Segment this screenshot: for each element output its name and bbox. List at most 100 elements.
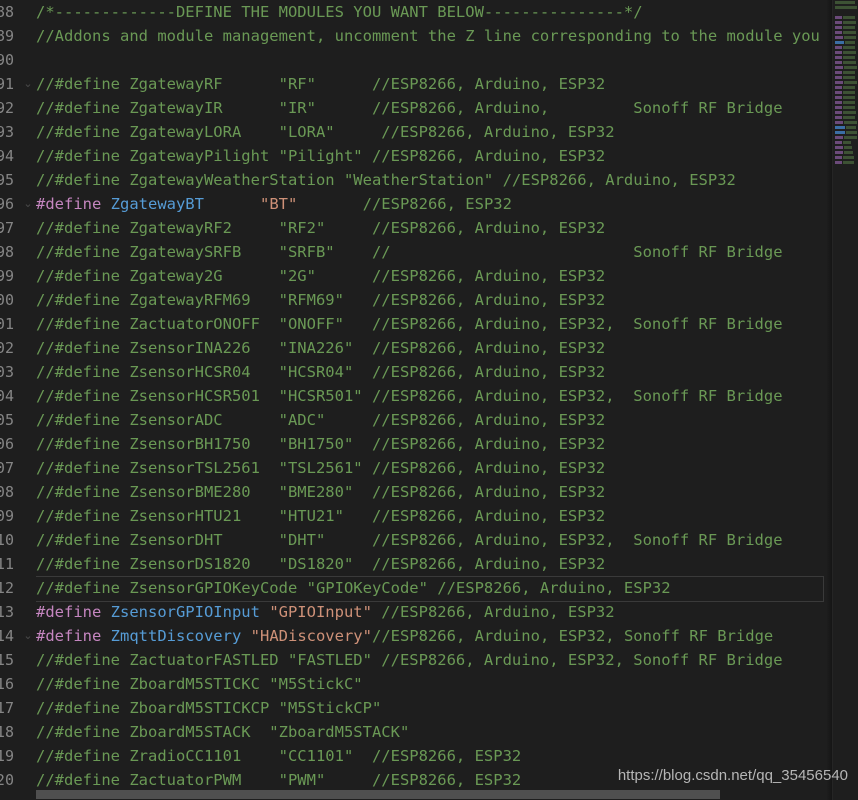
chevron-down-icon[interactable]: ⌄ — [21, 624, 35, 648]
token-cmt: //#define ZgatewayWeatherStation "Weathe… — [36, 171, 736, 189]
minimap-segment — [843, 116, 855, 119]
minimap-segment — [835, 161, 842, 164]
code-line[interactable]: //#define ZgatewayRFM69 "RFM69" //ESP826… — [36, 288, 826, 312]
code-line[interactable]: //#define ZsensorBH1750 "BH1750" //ESP82… — [36, 432, 826, 456]
gutter-row: 93⌄ — [0, 120, 36, 144]
code-line[interactable]: //#define ZsensorBME280 "BME280" //ESP82… — [36, 480, 826, 504]
token-cmt: //#define ZsensorHTU21 "HTU21" //ESP8266… — [36, 507, 606, 525]
code-line[interactable]: //Addons and module management, uncommen… — [36, 24, 826, 48]
horizontal-scrollbar-thumb[interactable] — [36, 790, 720, 799]
chevron-down-icon[interactable]: ⌄ — [21, 72, 35, 96]
gutter-row: 110⌄ — [0, 528, 36, 552]
line-number: 94 — [0, 147, 14, 165]
gutter-row: 91 ⌄ — [0, 72, 36, 96]
code-line[interactable]: //#define ZsensorDHT "DHT" //ESP8266, Ar… — [36, 528, 826, 552]
minimap-segment — [835, 46, 842, 49]
minimap-segment — [835, 6, 857, 9]
code-line[interactable] — [36, 48, 826, 72]
minimap-segment — [843, 86, 855, 89]
code-line[interactable]: //#define ZradioCC1101 "CC1101" //ESP826… — [36, 744, 826, 768]
gutter-row: 117⌄ — [0, 696, 36, 720]
code-line[interactable]: //#define ZsensorTSL2561 "TSL2561" //ESP… — [36, 456, 826, 480]
token-cmt: //#define ZgatewayRFM69 "RFM69" //ESP826… — [36, 291, 606, 309]
code-line[interactable]: //#define Zgateway2G "2G" //ESP8266, Ard… — [36, 264, 826, 288]
token-cmt: //#define ZgatewayIR "IR" //ESP8266, Ard… — [36, 99, 783, 117]
horizontal-scrollbar[interactable] — [0, 788, 858, 800]
code-line[interactable]: #define ZsensorGPIOInput "GPIOInput" //E… — [36, 600, 826, 624]
token-cmt: //#define ZgatewayRF2 "RF2" //ESP8266, A… — [36, 219, 606, 237]
code-line[interactable]: #define ZmqttDiscovery "HADiscovery"//ES… — [36, 624, 826, 648]
code-line[interactable]: //#define ZboardM5STICKCP "M5StickCP" — [36, 696, 826, 720]
code-line[interactable]: //#define ZsensorHTU21 "HTU21" //ESP8266… — [36, 504, 826, 528]
minimap-segment — [835, 56, 842, 59]
minimap-segment — [843, 26, 855, 29]
minimap-segment — [835, 76, 842, 79]
minimap-segment — [835, 81, 843, 84]
code-editor: 88⌄89⌄90⌄91⌄92⌄93⌄94⌄95⌄96⌄97⌄98⌄99⌄100⌄… — [0, 0, 858, 800]
line-number: 110 — [0, 531, 14, 549]
token-id: ZmqttDiscovery — [110, 627, 242, 645]
line-number: 105 — [0, 411, 14, 429]
token-cmt: //#define ZsensorINA226 "INA226" //ESP82… — [36, 339, 606, 357]
minimap[interactable] — [832, 0, 858, 800]
code-line[interactable]: //#define ZboardM5STICKC "M5StickC" — [36, 672, 826, 696]
code-line[interactable]: //#define ZactuatorONOFF "ONOFF" //ESP82… — [36, 312, 826, 336]
line-number: 107 — [0, 459, 14, 477]
code-line[interactable]: //#define ZgatewayPilight "Pilight" //ES… — [36, 144, 826, 168]
line-number: 98 — [0, 243, 14, 261]
minimap-segment — [835, 16, 842, 19]
token-cmt: //#define ZsensorADC "ADC" //ESP8266, Ar… — [36, 411, 606, 429]
token-cmt: //ESP8266, Arduino, ESP32, Sonoff RF Bri… — [371, 627, 774, 645]
code-line[interactable]: /*-------------DEFINE THE MODULES YOU WA… — [36, 0, 826, 24]
minimap-segment — [843, 141, 851, 144]
minimap-segment — [835, 121, 843, 124]
gutter-row: 113⌄ — [0, 600, 36, 624]
gutter-row: 116⌄ — [0, 672, 36, 696]
code-line[interactable]: //#define ZgatewaySRFB "SRFB" // Sonoff … — [36, 240, 826, 264]
line-number: 89 — [0, 27, 14, 45]
gutter-row: 104⌄ — [0, 384, 36, 408]
token-cmt: //#define ZsensorDS1820 "DS1820" //ESP82… — [36, 555, 606, 573]
code-line[interactable]: //#define ZgatewayLORA "LORA" //ESP8266,… — [36, 120, 826, 144]
line-number: 114 — [0, 627, 14, 645]
minimap-segment — [846, 126, 856, 129]
code-line[interactable]: //#define ZgatewayRF2 "RF2" //ESP8266, A… — [36, 216, 826, 240]
token-cmt: //#define ZactuatorPWM "PWM" //ESP8266, … — [36, 771, 522, 789]
minimap-segment — [843, 161, 854, 164]
minimap-segment — [843, 71, 855, 74]
code-line[interactable]: //#define ZgatewayIR "IR" //ESP8266, Ard… — [36, 96, 826, 120]
code-line[interactable]: //#define ZsensorINA226 "INA226" //ESP82… — [36, 336, 826, 360]
code-line-current[interactable]: //#define ZsensorGPIOKeyCode "GPIOKeyCod… — [36, 576, 826, 602]
line-number: 96 — [0, 195, 14, 213]
line-number: 112 — [0, 579, 14, 597]
line-number: 102 — [0, 339, 14, 357]
minimap-segment — [843, 101, 855, 104]
code-line[interactable]: //#define ZsensorADC "ADC" //ESP8266, Ar… — [36, 408, 826, 432]
minimap-segment — [835, 36, 843, 39]
minimap-segment — [843, 46, 855, 49]
minimap-segment — [843, 51, 856, 54]
minimap-segment — [835, 31, 842, 34]
line-number: 88 — [0, 3, 14, 21]
token-id: ZgatewayBT — [110, 195, 204, 213]
token-cmt: //#define ZgatewayLORA "LORA" //ESP8266,… — [36, 123, 615, 141]
code-content-area[interactable]: /*-------------DEFINE THE MODULES YOU WA… — [36, 0, 826, 800]
code-line[interactable]: //#define ZboardM5STACK "ZboardM5STACK" — [36, 720, 826, 744]
line-number: 101 — [0, 315, 14, 333]
minimap-segment — [835, 71, 842, 74]
code-line[interactable]: //#define ZsensorDS1820 "DS1820" //ESP82… — [36, 552, 826, 576]
code-line[interactable]: //#define ZgatewayWeatherStation "Weathe… — [36, 168, 826, 192]
code-line[interactable]: //#define ZsensorHCSR501 "HCSR501" //ESP… — [36, 384, 826, 408]
code-line[interactable]: //#define ZgatewayRF "RF" //ESP8266, Ard… — [36, 72, 826, 96]
minimap-segment — [843, 76, 855, 79]
minimap-segment — [835, 111, 842, 114]
code-line[interactable]: #define ZgatewayBT "BT" //ESP8266, ESP32 — [36, 192, 826, 216]
token-cmt: //#define ZsensorHCSR501 "HCSR501" //ESP… — [36, 387, 783, 405]
line-number: 111 — [0, 555, 14, 573]
token-cmt: //#define ZboardM5STICKC "M5StickC" — [36, 675, 363, 693]
chevron-down-icon[interactable]: ⌄ — [21, 192, 35, 216]
code-line[interactable]: //#define ZactuatorFASTLED "FASTLED" //E… — [36, 648, 826, 672]
minimap-segment — [844, 121, 857, 124]
minimap-segment — [835, 66, 843, 69]
code-line[interactable]: //#define ZsensorHCSR04 "HCSR04" //ESP82… — [36, 360, 826, 384]
